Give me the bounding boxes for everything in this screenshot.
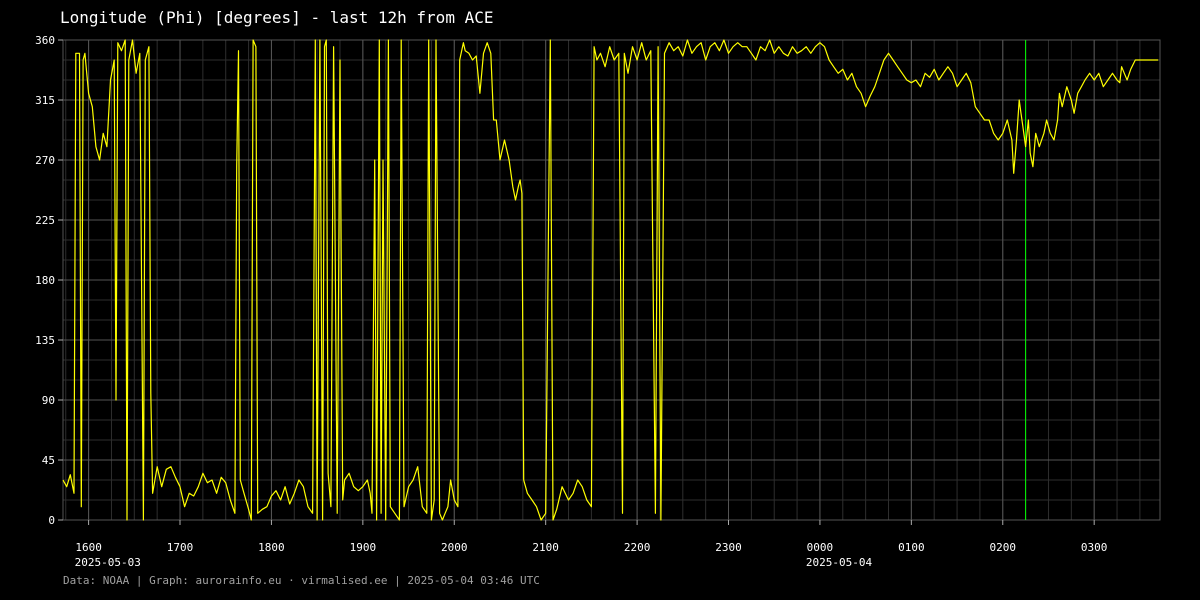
y-tick-label: 270 — [35, 154, 55, 167]
x-tick-label: 2000 — [441, 541, 468, 554]
y-axis-ticks: 0 45 90 135 180 225 270 315 360 — [35, 34, 63, 527]
longitude-chart: 0 45 90 135 180 225 270 315 360 1600 2025-05-03 17… — [35, 34, 1161, 569]
x-tick-label: 1900 — [350, 541, 377, 554]
y-tick-label: 90 — [42, 394, 55, 407]
x-tick-label: 0000 — [807, 541, 834, 554]
y-tick-label: 360 — [35, 34, 55, 47]
x-tick-label: 1600 — [75, 541, 102, 554]
y-tick-label: 180 — [35, 274, 55, 287]
x-axis-ticks: 1600 2025-05-03 1700 1800 1900 2000 2100 2200 23… — [75, 520, 1108, 569]
footer-credits: Data: NOAA | Graph: aurorainfo.eu · virm… — [63, 574, 540, 587]
y-tick-label: 0 — [48, 514, 55, 527]
x-tick-label: 0200 — [990, 541, 1017, 554]
x-tick-label: 0100 — [898, 541, 925, 554]
x-tick-label: 2200 — [624, 541, 651, 554]
y-tick-label: 225 — [35, 214, 55, 227]
x-tick-label: 1700 — [167, 541, 194, 554]
x-tick-label: 0300 — [1081, 541, 1108, 554]
y-tick-label: 135 — [35, 334, 55, 347]
x-date-label: 2025-05-04 — [806, 556, 873, 569]
grid — [62, 39, 1161, 521]
y-tick-label: 45 — [42, 454, 55, 467]
x-date-label: 2025-05-03 — [75, 556, 141, 569]
x-tick-label: 1800 — [258, 541, 285, 554]
x-tick-label: 2100 — [532, 541, 559, 554]
y-tick-label: 315 — [35, 94, 55, 107]
x-tick-label: 2300 — [715, 541, 742, 554]
